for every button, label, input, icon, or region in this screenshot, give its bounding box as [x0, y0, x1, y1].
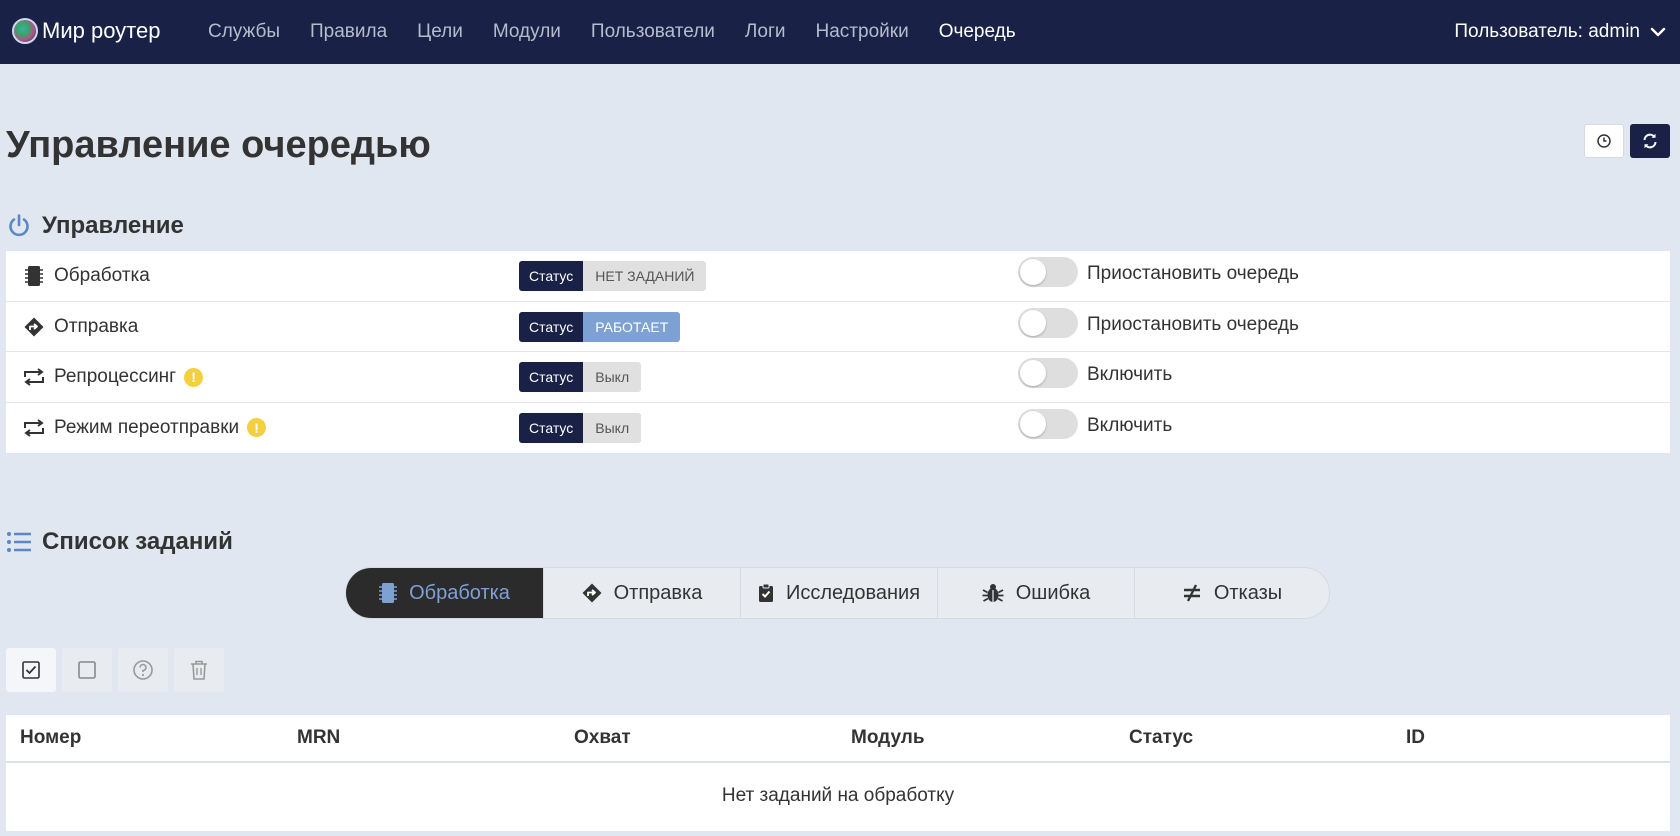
trash-icon [191, 660, 207, 680]
top-navbar: Мир роутер Службы Правила Цели Модули По… [0, 0, 1680, 64]
control-row-resend-mode: Режим переотправки ! Статус Выкл Включит… [6, 403, 1670, 454]
column-header-status[interactable]: Статус [1129, 715, 1193, 761]
repeat-icon [22, 368, 46, 386]
status-badge: Статус НЕТ ЗАДАНИЙ [519, 261, 707, 291]
nav-item-settings[interactable]: Настройки [816, 21, 909, 43]
refresh-button[interactable] [1630, 124, 1670, 158]
help-button[interactable] [118, 648, 168, 692]
column-header-id[interactable]: ID [1406, 715, 1425, 761]
processor-icon [22, 265, 46, 287]
nav-item-queue[interactable]: Очередь [939, 21, 1016, 43]
warning-icon[interactable]: ! [184, 367, 204, 387]
tab-studies[interactable]: Исследования [741, 568, 938, 618]
nav-item-logs[interactable]: Логи [745, 21, 786, 43]
nav-item-services[interactable]: Службы [208, 21, 280, 43]
toggle-label: Приостановить очередь [1087, 263, 1299, 284]
toggle-label: Включить [1087, 364, 1173, 385]
pause-queue-toggle[interactable] [1018, 307, 1078, 338]
column-header-module[interactable]: Модуль [851, 715, 925, 761]
user-menu[interactable]: Пользователь: admin [1454, 0, 1666, 64]
bug-icon [982, 583, 1004, 603]
tab-processing[interactable]: Обработка [346, 568, 544, 618]
table-header: Номер MRN Охват Модуль Статус ID [6, 715, 1670, 763]
uncheck-icon [78, 661, 96, 679]
status-badge: Статус РАБОТАЕТ [519, 311, 681, 342]
power-icon [6, 213, 32, 239]
row-label: Режим переотправки [54, 416, 240, 438]
route-diamond-icon [582, 583, 602, 603]
page-title: Управление очередью [6, 124, 431, 166]
nav-item-modules[interactable]: Модули [493, 21, 561, 43]
tab-rejections[interactable]: Отказы [1135, 568, 1329, 618]
processor-icon [379, 582, 398, 604]
row-label: Репроцессинг [54, 366, 177, 387]
status-badge: Статус Выкл [519, 362, 642, 392]
check-all-icon [22, 661, 40, 679]
nav-item-rules[interactable]: Правила [310, 21, 387, 43]
control-row-processing: Обработка Статус НЕТ ЗАДАНИЙ Приостанови… [6, 251, 1670, 302]
tab-error[interactable]: Ошибка [938, 568, 1135, 618]
nav-item-targets[interactable]: Цели [417, 21, 463, 43]
pause-queue-toggle[interactable] [1018, 257, 1078, 287]
deselect-all-button[interactable] [62, 648, 112, 692]
control-row-reprocessing: Репроцессинг ! Статус Выкл Включить [6, 352, 1670, 403]
delete-button[interactable] [174, 648, 224, 692]
warning-icon[interactable]: ! [247, 418, 267, 437]
nav-menu: Службы Правила Цели Модули Пользователи … [208, 0, 1046, 64]
enable-toggle[interactable] [1018, 358, 1078, 388]
history-button[interactable] [1584, 124, 1624, 158]
enable-toggle[interactable] [1018, 408, 1078, 439]
select-all-button[interactable] [6, 648, 56, 692]
list-icon [6, 531, 32, 553]
help-icon [133, 660, 153, 680]
row-label: Отправка [54, 315, 139, 337]
empty-table-message: Нет заданий на обработку [721, 785, 955, 806]
tab-sending[interactable]: Отправка [544, 568, 741, 618]
tasks-section-title: Список заданий [6, 528, 233, 556]
task-table: Номер MRN Охват Модуль Статус ID Нет зад… [6, 715, 1670, 831]
task-tabs: Обработка Отправка Исследования Ошибка О… [345, 567, 1330, 619]
row-label: Обработка [54, 265, 150, 286]
repeat-icon [22, 418, 46, 437]
column-header-number[interactable]: Номер [20, 715, 81, 761]
control-section-title: Управление [6, 212, 184, 240]
not-equal-icon [1182, 583, 1202, 603]
user-label: Пользователь: admin [1454, 21, 1640, 42]
brain-logo-icon [12, 18, 38, 44]
task-toolbar [6, 648, 230, 692]
brand-name: Мир роутер [42, 18, 161, 43]
status-badge: Статус Выкл [519, 412, 642, 443]
brand[interactable]: Мир роутер [12, 18, 161, 44]
clock-icon [1597, 134, 1611, 148]
refresh-icon [1643, 133, 1657, 149]
column-header-mrn[interactable]: MRN [297, 715, 340, 761]
route-diamond-icon [22, 317, 46, 337]
nav-item-users[interactable]: Пользователи [591, 21, 715, 43]
toggle-label: Включить [1087, 414, 1173, 436]
clipboard-check-icon [758, 583, 774, 603]
toggle-label: Приостановить очередь [1087, 313, 1299, 335]
column-header-scope[interactable]: Охват [574, 715, 631, 761]
chevron-down-icon [1650, 27, 1666, 37]
queue-control-table: Обработка Статус НЕТ ЗАДАНИЙ Приостанови… [6, 251, 1670, 453]
control-row-sending: Отправка Статус РАБОТАЕТ Приостановить о… [6, 302, 1670, 352]
